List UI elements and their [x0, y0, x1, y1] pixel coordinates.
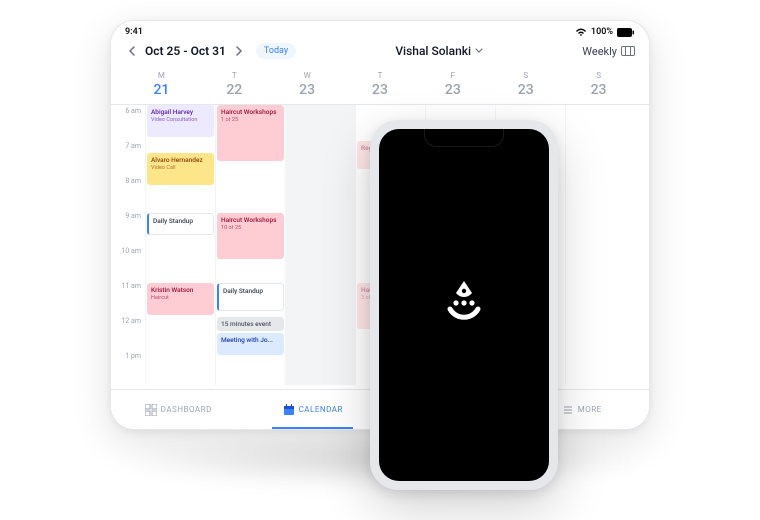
phone-notch: [424, 129, 504, 147]
battery-percent: 100%: [591, 27, 613, 37]
view-label: Weekly: [582, 45, 617, 58]
battery-icon: [617, 28, 635, 37]
status-bar: 9:41 100%: [111, 21, 649, 39]
calendar-event[interactable]: Kristin WatsonHaircut: [147, 283, 214, 315]
today-button[interactable]: Today: [256, 43, 296, 59]
day-header-tue[interactable]: T22: [198, 67, 271, 104]
columns-icon: [621, 46, 635, 56]
calendar-header: Oct 25 - Oct 31 Today Vishal Solanki Wee…: [111, 39, 649, 67]
day-header-mon[interactable]: M21: [125, 67, 198, 104]
nav-dashboard[interactable]: DASHBOARD: [111, 390, 246, 429]
calendar-event[interactable]: Daily Standup: [217, 283, 284, 311]
user-selector[interactable]: Vishal Solanki: [395, 44, 483, 58]
day-header-thu[interactable]: T23: [344, 67, 417, 104]
calendar-event[interactable]: Abigail HarveyVideo Consultation: [147, 105, 214, 137]
wifi-icon: [575, 28, 587, 37]
app-logo-icon: [436, 277, 492, 333]
calendar-event[interactable]: Meeting with Jo...: [217, 333, 284, 355]
phone-screen: [379, 129, 549, 481]
calendar-event[interactable]: Haircut Workshops10 of 25: [217, 213, 284, 259]
time-column: 6 am 7 am 8 am 9 am 10 am 11 am 12 am 1 …: [115, 105, 145, 385]
day-header-fri[interactable]: F23: [416, 67, 489, 104]
nav-label: DASHBOARD: [161, 405, 212, 414]
calendar-icon: [283, 404, 295, 416]
day-header-wed[interactable]: W23: [271, 67, 344, 104]
day-col-sun[interactable]: [565, 105, 635, 385]
prev-week-button[interactable]: [125, 44, 139, 58]
nav-label: MORE: [578, 405, 602, 414]
next-week-button[interactable]: [232, 44, 246, 58]
day-header-sat[interactable]: S23: [489, 67, 562, 104]
day-col-mon[interactable]: Abigail HarveyVideo Consultation Alvaro H…: [145, 105, 215, 385]
chevron-down-icon: [475, 48, 483, 54]
dashboard-icon: [145, 404, 157, 416]
user-name: Vishal Solanki: [395, 44, 471, 58]
calendar-event[interactable]: Daily Standup: [147, 213, 214, 235]
calendar-event[interactable]: Alvaro HernandezVideo Call: [147, 153, 214, 185]
view-selector[interactable]: Weekly: [582, 45, 635, 58]
days-header: M21 T22 W23 T23 F23 S23 S23: [111, 67, 649, 105]
phone-device: [370, 120, 558, 490]
calendar-event[interactable]: Haircut Workshops1 of 25: [217, 105, 284, 161]
status-time: 9:41: [125, 27, 143, 37]
day-col-tue[interactable]: Haircut Workshops1 of 25 Haircut Workshop…: [215, 105, 285, 385]
nav-label: CALENDAR: [299, 405, 343, 414]
day-header-sun[interactable]: S23: [562, 67, 635, 104]
nav-calendar[interactable]: CALENDAR: [246, 390, 381, 429]
day-col-wed[interactable]: Day off: [285, 105, 355, 385]
date-range[interactable]: Oct 25 - Oct 31: [145, 44, 226, 58]
menu-icon: [562, 404, 574, 416]
calendar-event[interactable]: 15 minutes event: [217, 317, 284, 331]
